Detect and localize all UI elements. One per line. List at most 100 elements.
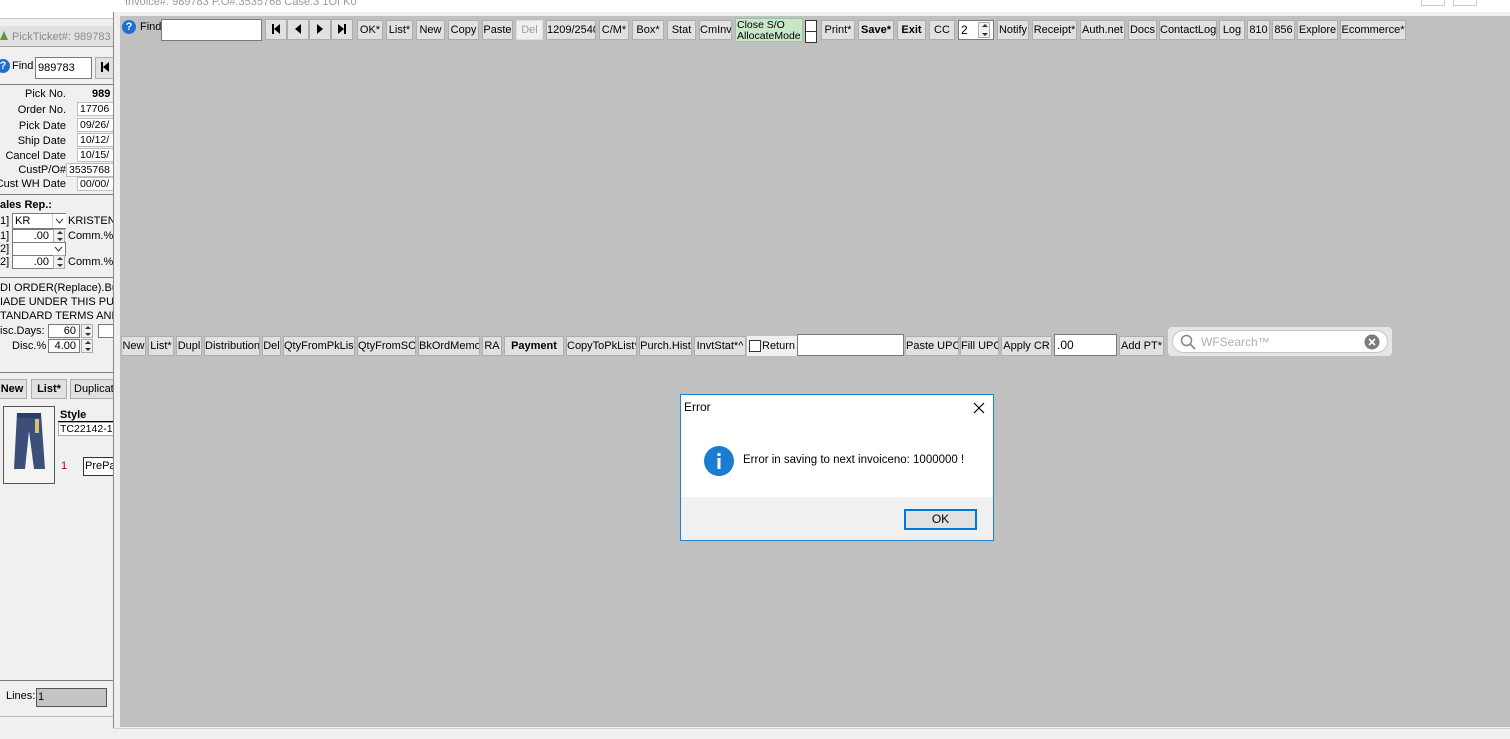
rep2-comm-spinner[interactable] bbox=[53, 255, 65, 269]
pickticket-tab-label: PickTicket#: 989783 bbox=[12, 31, 111, 43]
disc-days-label: isc.Days: bbox=[0, 325, 45, 337]
cm-button[interactable]: C/M* bbox=[599, 20, 629, 40]
list-button[interactable]: List* bbox=[386, 20, 413, 40]
next-record-button[interactable] bbox=[309, 19, 331, 40]
invoice-count-button[interactable]: 1209/2540 bbox=[546, 20, 596, 40]
edi-856-button[interactable]: 856 bbox=[1272, 20, 1295, 40]
first-record-button[interactable] bbox=[95, 57, 113, 79]
sales-rep-heading: ales Rep.: bbox=[0, 199, 52, 211]
left-duplicate-button[interactable]: Duplicat bbox=[70, 379, 113, 399]
exit-button[interactable]: Exit bbox=[897, 20, 926, 40]
docs-button[interactable]: Docs bbox=[1128, 20, 1157, 40]
cust-po-value[interactable]: 3535768 bbox=[66, 163, 113, 177]
prepack-button[interactable]: PrePa bbox=[83, 457, 113, 476]
qty-from-so-button[interactable]: QtyFromSO bbox=[357, 336, 416, 356]
invtstat-button[interactable]: InvtStat*^ bbox=[694, 336, 746, 356]
line-dupl-button[interactable]: Dupl bbox=[176, 336, 202, 356]
disc-pct-input[interactable]: 4.00 bbox=[48, 339, 80, 353]
line-del-button[interactable]: Del bbox=[262, 336, 281, 356]
wfsearch-input[interactable]: WFSearch™ bbox=[1172, 330, 1388, 353]
disc-days-spinner[interactable] bbox=[81, 324, 93, 338]
disc-pct-spinner[interactable] bbox=[81, 339, 93, 353]
row-number: 1 bbox=[61, 460, 68, 472]
rep2-index: 2] bbox=[0, 243, 10, 255]
ecommerce-button[interactable]: Ecommerce* bbox=[1340, 20, 1406, 40]
payment-button[interactable]: Payment bbox=[504, 336, 564, 356]
invoice-bottom-bar bbox=[113, 728, 1510, 739]
find-input[interactable] bbox=[161, 19, 262, 41]
cminv-button[interactable]: CmInv bbox=[699, 20, 732, 40]
maximize-button[interactable] bbox=[1453, 0, 1477, 6]
cc-copies-spinner[interactable] bbox=[978, 22, 990, 38]
cancel-date-value[interactable]: 10/15/ bbox=[77, 148, 113, 162]
rep2-comm-input[interactable]: .00 bbox=[12, 255, 54, 269]
return-checkbox[interactable] bbox=[749, 340, 761, 352]
close-icon[interactable] bbox=[971, 400, 987, 416]
rep1-comm-spinner[interactable] bbox=[53, 229, 65, 243]
explore-button[interactable]: Explore bbox=[1297, 20, 1338, 40]
pickticket-tab[interactable]: PickTicket#: 989783 bbox=[0, 26, 113, 47]
new-button[interactable]: New bbox=[416, 20, 445, 40]
left-divider-1 bbox=[0, 84, 113, 85]
product-thumbnail[interactable] bbox=[3, 406, 55, 484]
save-button[interactable]: Save* bbox=[858, 20, 894, 40]
rep1-comm-input[interactable]: .00 bbox=[12, 229, 54, 243]
pick-date-value[interactable]: 09/26/ bbox=[77, 118, 113, 132]
style-value[interactable]: TC22142-1 bbox=[58, 422, 113, 436]
disc-days-input[interactable]: 60 bbox=[48, 324, 80, 338]
bkordmemo-button[interactable]: BkOrdMemo bbox=[418, 336, 480, 356]
disc-days-extra[interactable] bbox=[98, 324, 113, 338]
clear-search-icon[interactable] bbox=[1364, 334, 1380, 353]
edi-810-button[interactable]: 810 bbox=[1247, 20, 1270, 40]
line-new-button[interactable]: New bbox=[121, 336, 146, 356]
distribution-button[interactable]: Distribution bbox=[204, 336, 260, 356]
add-pt-button[interactable]: Add PT* bbox=[1119, 336, 1164, 356]
left-new-button[interactable]: New bbox=[0, 379, 27, 399]
box-button[interactable]: Box* bbox=[632, 20, 664, 40]
left-statusbar bbox=[0, 716, 113, 738]
last-record-button[interactable] bbox=[331, 19, 353, 40]
left-find-input[interactable]: 989783 bbox=[35, 57, 92, 79]
allocate-mode-checkbox[interactable] bbox=[805, 31, 817, 43]
help-icon[interactable]: ? bbox=[0, 59, 10, 73]
help-icon[interactable]: ? bbox=[122, 20, 136, 34]
purch-hist-button[interactable]: Purch.Hist bbox=[639, 336, 692, 356]
qty-from-pklist-button[interactable]: QtyFromPkList bbox=[283, 336, 355, 356]
invoice-left-border bbox=[113, 12, 120, 728]
order-no-value[interactable]: 17706 bbox=[77, 102, 113, 116]
copy-to-pklist-button[interactable]: CopyToPkList* bbox=[566, 336, 637, 356]
rep2-comm-index: 2] bbox=[0, 256, 10, 268]
contactlog-button[interactable]: ContactLog bbox=[1159, 20, 1217, 40]
log-button[interactable]: Log bbox=[1219, 20, 1245, 40]
ok-toolbar-button[interactable]: OK* bbox=[357, 20, 383, 40]
fill-upc-button[interactable]: Fill UPC bbox=[960, 336, 999, 356]
delete-button[interactable]: Del bbox=[516, 20, 543, 40]
ok-button[interactable]: OK bbox=[904, 509, 977, 530]
minimize-button[interactable] bbox=[1421, 0, 1445, 6]
ra-button[interactable]: RA bbox=[482, 336, 502, 356]
authnet-button[interactable]: Auth.net bbox=[1080, 20, 1125, 40]
cc-button[interactable]: CC bbox=[929, 20, 955, 40]
apply-cr-button[interactable]: Apply CR bbox=[1001, 336, 1052, 356]
ship-date-value[interactable]: 10/12/ bbox=[77, 133, 113, 147]
first-record-button[interactable] bbox=[265, 19, 287, 40]
chevron-down-icon[interactable] bbox=[52, 214, 66, 228]
return-input[interactable] bbox=[797, 334, 904, 356]
paste-upc-button[interactable]: Paste UPC bbox=[905, 336, 959, 356]
paste-button[interactable]: Paste bbox=[482, 20, 513, 40]
stat-button[interactable]: Stat bbox=[667, 20, 696, 40]
find-label: Find bbox=[140, 21, 162, 33]
left-list-button[interactable]: List* bbox=[31, 379, 67, 399]
rep1-comm-index: 1] bbox=[0, 230, 10, 242]
cust-wh-date-value[interactable]: 00/00/ bbox=[77, 177, 113, 191]
print-button[interactable]: Print* bbox=[821, 20, 855, 40]
notify-button[interactable]: Notify bbox=[997, 20, 1029, 40]
copy-button[interactable]: Copy bbox=[448, 20, 479, 40]
note-line-1: DI ORDER(Replace).Buy bbox=[0, 282, 113, 294]
previous-record-button[interactable] bbox=[287, 19, 309, 40]
receipt-button[interactable]: Receipt* bbox=[1032, 20, 1077, 40]
chevron-down-icon[interactable] bbox=[52, 243, 65, 255]
rep2-comm-label: Comm.% bbox=[68, 256, 113, 268]
line-list-button[interactable]: List* bbox=[148, 336, 174, 356]
apply-cr-input[interactable]: .00 bbox=[1054, 334, 1117, 356]
